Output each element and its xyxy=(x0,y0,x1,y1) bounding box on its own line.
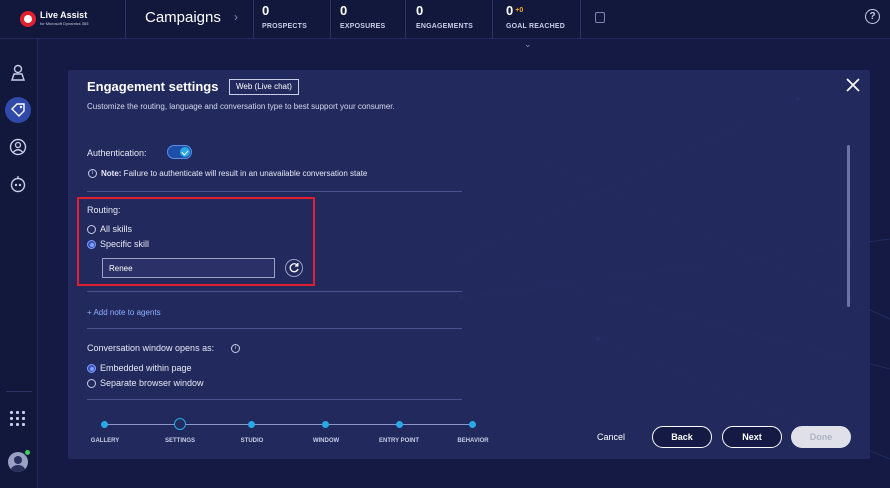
step-studio[interactable] xyxy=(248,421,255,428)
close-icon[interactable] xyxy=(846,78,860,92)
stat-value: 0 xyxy=(262,3,270,18)
next-button[interactable]: Next xyxy=(722,426,782,448)
panel-subtitle: Customize the routing, language and conv… xyxy=(87,102,395,111)
channel-badge: Web (Live chat) xyxy=(229,79,299,95)
logo-mark-icon xyxy=(20,11,36,27)
stat-label: EXPOSURES xyxy=(340,23,386,30)
stat-goal-reached: 0 +0 GOAL REACHED xyxy=(506,3,565,30)
online-status-icon xyxy=(24,449,31,456)
sidebar xyxy=(0,39,38,488)
cancel-button[interactable]: Cancel xyxy=(597,432,625,442)
divider xyxy=(87,291,462,292)
divider xyxy=(87,399,462,400)
note-body: Failure to authenticate will result in a… xyxy=(121,169,368,178)
live-assist-logo[interactable]: Live Assist for Microsoft Dynamics 365 xyxy=(20,9,120,31)
step-window[interactable] xyxy=(322,421,329,428)
apps-grid-icon[interactable] xyxy=(10,411,26,427)
stat-value: 0 +0 xyxy=(506,3,565,18)
info-panel-icon[interactable] xyxy=(595,12,605,23)
radio-label: Separate browser window xyxy=(100,378,204,388)
divider xyxy=(125,0,126,39)
divider xyxy=(330,0,331,39)
step-label: ENTRY POINT xyxy=(378,438,420,444)
check-icon xyxy=(180,147,190,157)
stat-number: 0 xyxy=(506,3,514,18)
step-label: SETTINGS xyxy=(164,438,196,444)
logo-subtext: for Microsoft Dynamics 365 xyxy=(40,21,89,26)
authentication-toggle[interactable] xyxy=(167,145,192,159)
step-settings[interactable] xyxy=(174,418,186,430)
info-icon: i xyxy=(88,169,97,178)
divider xyxy=(580,0,581,39)
step-label: GALLERY xyxy=(90,438,120,444)
panel-title: Engagement settings xyxy=(87,79,219,94)
scrollbar[interactable] xyxy=(847,145,850,307)
radio-label: Embedded within page xyxy=(100,363,192,373)
stat-label: ENGAGEMENTS xyxy=(416,23,474,30)
authentication-label: Authentication: xyxy=(87,148,147,158)
chevron-right-icon: › xyxy=(234,10,238,24)
agent-icon[interactable] xyxy=(8,63,28,83)
divider xyxy=(405,0,406,39)
step-label: WINDOW xyxy=(312,438,340,444)
add-note-link[interactable]: + Add note to agents xyxy=(87,308,161,317)
stat-delta: +0 xyxy=(515,7,524,14)
window-label: Conversation window opens as: xyxy=(87,343,215,353)
stepper-track xyxy=(104,424,473,425)
stat-label: GOAL REACHED xyxy=(506,23,566,30)
stat-prospects: 0 PROSPECTS xyxy=(262,3,307,30)
step-label: STUDIO xyxy=(240,438,264,444)
authentication-note: Note: Failure to authenticate will resul… xyxy=(101,169,367,178)
logo-text: Live Assist xyxy=(40,10,88,20)
info-icon: i xyxy=(231,344,240,353)
divider xyxy=(492,0,493,39)
stat-engagements: 0 ENGAGEMENTS xyxy=(416,3,473,30)
tag-icon[interactable] xyxy=(8,100,28,120)
divider xyxy=(87,191,462,192)
robot-icon[interactable] xyxy=(8,174,28,194)
note-prefix: Note: xyxy=(101,169,122,178)
step-behavior[interactable] xyxy=(469,421,476,428)
divider xyxy=(87,328,462,329)
stat-value: 0 xyxy=(340,3,348,18)
routing-highlight-box xyxy=(77,197,315,286)
radio-separate-window[interactable] xyxy=(87,379,96,388)
user-circle-icon[interactable] xyxy=(8,137,28,157)
help-icon[interactable]: ? xyxy=(865,9,880,24)
radio-embedded[interactable] xyxy=(87,364,96,373)
divider xyxy=(6,391,32,392)
back-button[interactable]: Back xyxy=(652,426,712,448)
step-gallery[interactable] xyxy=(101,421,108,428)
stat-label: PROSPECTS xyxy=(262,23,307,30)
page-title[interactable]: Campaigns xyxy=(145,9,221,26)
done-button[interactable]: Done xyxy=(791,426,851,448)
stat-exposures: 0 EXPOSURES xyxy=(340,3,385,30)
chevron-down-icon[interactable]: ⌄ xyxy=(524,39,532,50)
top-bar: Live Assist for Microsoft Dynamics 365 C… xyxy=(0,0,890,39)
step-label: BEHAVIOR xyxy=(457,438,489,444)
step-entry-point[interactable] xyxy=(396,421,403,428)
divider xyxy=(253,0,254,39)
stat-value: 0 xyxy=(416,3,424,18)
